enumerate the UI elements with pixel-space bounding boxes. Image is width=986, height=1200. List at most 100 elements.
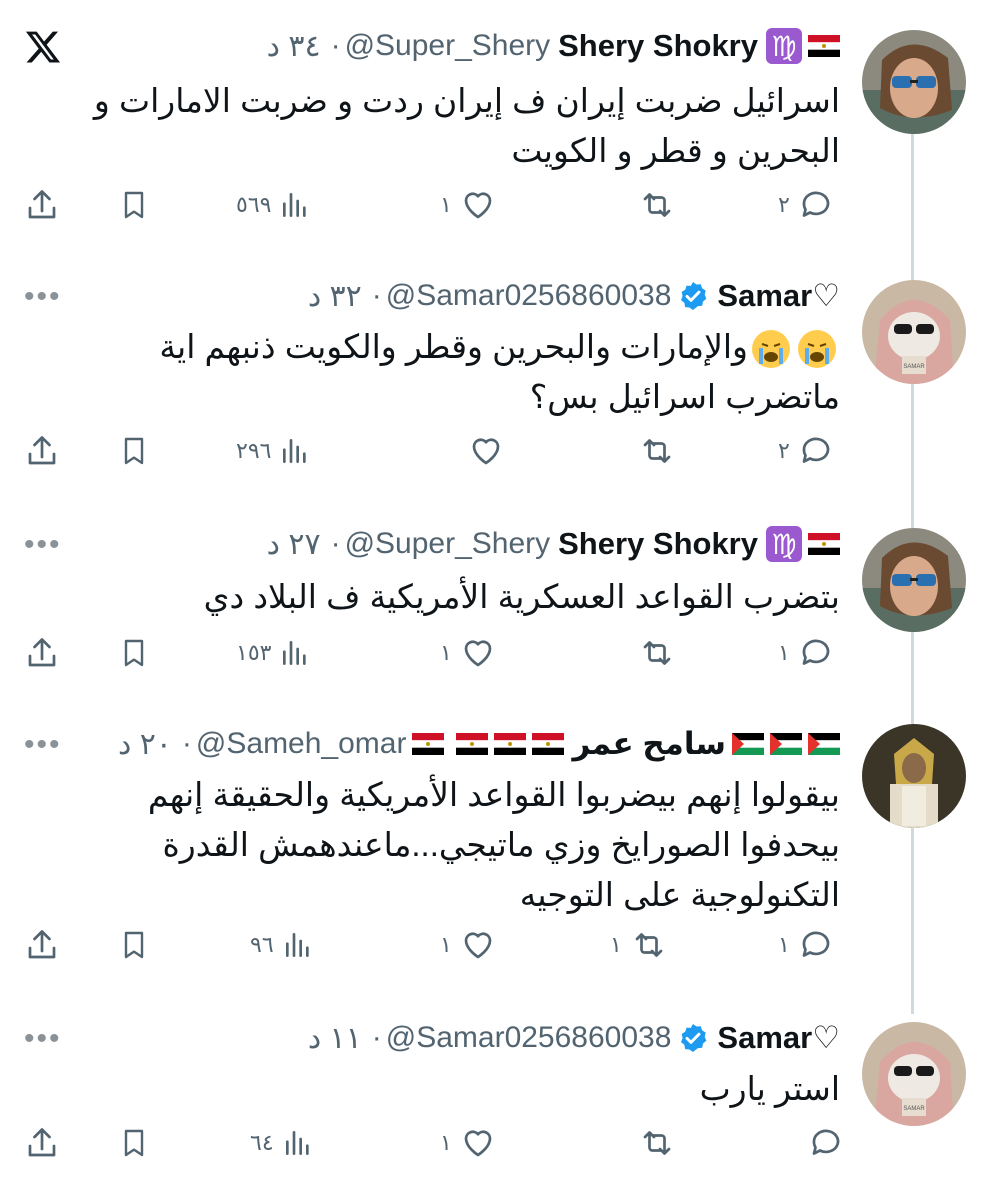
timestamp[interactable]: ٣٢ د [308,279,362,314]
like-button[interactable]: ١ [440,1118,496,1168]
like-button[interactable]: ١ [440,920,496,970]
separator: · [371,279,382,312]
tweet-actions: ١ ١ ١ ٩٦ [0,920,986,970]
views-icon [283,439,307,463]
tweet-text-line: اسرائيل ضربت إيران ف إيران ردت و ضربت ال… [93,82,840,119]
more-icon[interactable]: ••• [24,528,62,562]
heart-icon [464,932,492,959]
timestamp[interactable]: ٣٤ د [267,29,321,64]
share-button[interactable] [24,426,60,476]
egypt-flag-icon [532,733,565,755]
egypt-flag-icon [494,733,527,755]
heart-icon [464,1130,492,1157]
reply-button[interactable] [800,1118,844,1168]
x-logo-icon[interactable] [24,28,62,66]
like-button[interactable]: ١ [440,628,496,678]
share-icon [28,436,56,465]
share-button[interactable] [24,180,60,230]
avatar[interactable] [862,30,966,134]
views-count: ٢٩٦ [236,438,272,463]
bookmark-button[interactable] [118,1118,150,1168]
more-icon[interactable]: ••• [24,1022,62,1056]
bookmark-button[interactable] [118,628,150,678]
svg-text:SAMAR: SAMAR [903,364,925,370]
share-icon [28,638,56,667]
timestamp[interactable]: ٢٧ د [267,527,321,562]
palestine-flag-icon [808,733,840,755]
retweet-button[interactable] [630,628,676,678]
handle[interactable]: @Samar0256860038 [386,279,672,313]
like-button[interactable]: ١ [440,180,496,230]
like-count: ١ [440,932,452,957]
tweet-text: اسرائيل ضربت إيران ف إيران ردت و ضربت ال… [94,76,840,176]
views-button[interactable]: ٢٩٦ [236,426,311,476]
handle[interactable]: @Samar0256860038 [386,1021,672,1055]
egypt-flag-icon [808,35,840,57]
virgo-icon: ♍ [766,28,802,64]
tweet-actions: ٢ ٢٩٦ [0,426,986,476]
reply-button[interactable]: ٢ [778,426,834,476]
more-icon[interactable]: ••• [24,728,62,762]
retweet-icon [635,933,663,957]
display-name[interactable]: سامح عمر [572,726,726,762]
avatar[interactable]: SAMAR [862,280,966,384]
palestine-flag-icon [770,733,802,755]
display-name[interactable]: Shery Shokry [558,28,758,64]
timestamp[interactable]: ١١ د [308,1021,362,1056]
egypt-flag-icon [456,733,489,755]
share-icon [28,190,56,219]
bookmark-button[interactable] [118,920,150,970]
heart-icon [472,438,500,465]
views-count: ٦٤ [250,1130,274,1155]
bookmark-icon [124,1129,144,1157]
like-count: ١ [440,192,452,217]
handle[interactable]: @Sameh_omar [196,727,407,761]
retweet-count: ١ [610,932,622,957]
retweet-button[interactable]: ١ [610,920,668,970]
display-name[interactable]: Shery Shokry [558,526,758,562]
palestine-flag-icon [732,733,764,755]
retweet-icon [643,439,671,463]
reply-count: ١ [778,640,790,665]
more-icon[interactable]: ••• [24,280,62,314]
views-button[interactable]: ٥٦٩ [236,180,311,230]
bookmark-button[interactable] [118,426,150,476]
display-name[interactable]: Samar♡ [717,1020,840,1056]
share-button[interactable] [24,1118,60,1168]
bookmark-button[interactable] [118,180,150,230]
display-name[interactable]: Samar♡ [717,278,840,314]
crying-emoji-icon [752,330,790,369]
avatar[interactable] [862,724,966,828]
share-button[interactable] [24,628,60,678]
avatar[interactable]: SAMAR [862,1022,966,1126]
retweet-icon [643,1131,671,1155]
bookmark-icon [124,639,144,667]
handle[interactable]: @Super_Shery [345,29,551,63]
views-count: ١٥٣ [236,640,272,665]
retweet-button[interactable] [630,426,676,476]
handle[interactable]: @Super_Shery [345,527,551,561]
reply-button[interactable]: ١ [778,920,834,970]
views-icon [285,933,309,957]
share-button[interactable] [24,920,60,970]
reply-count: ٢ [778,438,790,463]
like-button[interactable] [460,426,504,476]
tweet-header: Samar♡ @Samar0256860038 · ١١ د [308,1018,840,1058]
avatar[interactable] [862,528,966,632]
verified-badge-icon [681,1024,707,1052]
separator: · [330,29,341,62]
separator: · [371,1021,382,1054]
timestamp[interactable]: ٢٠ د [118,727,172,762]
reply-icon [812,1129,840,1155]
retweet-button[interactable] [630,180,676,230]
tweet-text: بيقولوا إنهم بيضربوا القواعد الأمريكية و… [148,770,840,920]
retweet-button[interactable] [630,1118,676,1168]
views-button[interactable]: ١٥٣ [236,628,311,678]
reply-button[interactable]: ١ [778,628,834,678]
views-button[interactable]: ٦٤ [250,1118,314,1168]
svg-text:SAMAR: SAMAR [903,1106,925,1112]
reply-button[interactable]: ٢ [778,180,834,230]
tweet-text-line: بتضرب القواعد العسكرية الأمريكية ف البلا… [203,578,840,615]
views-button[interactable]: ٩٦ [250,920,314,970]
reply-count: ١ [778,932,790,957]
